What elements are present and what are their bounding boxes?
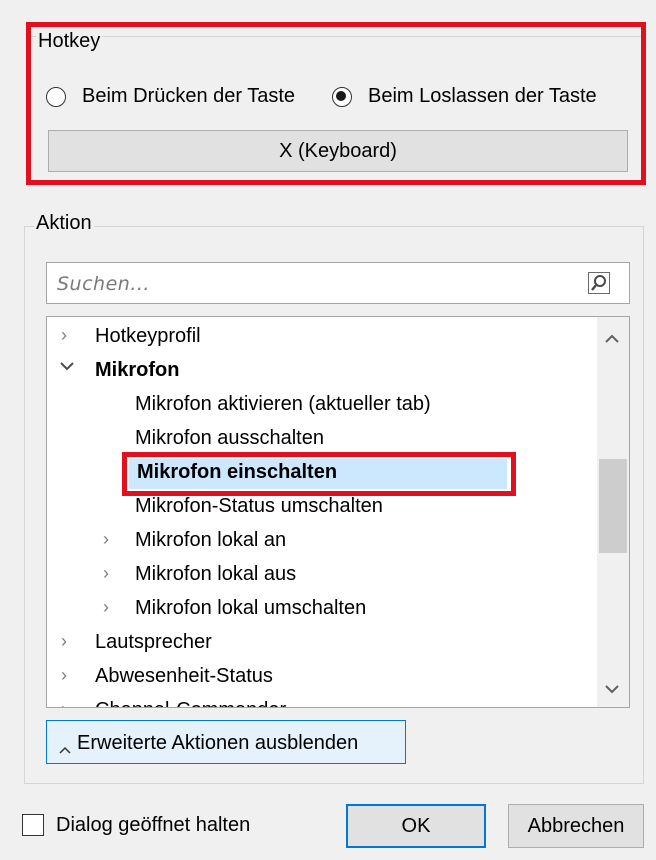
action-group-title: Aktion bbox=[34, 212, 94, 235]
collapse-up-icon bbox=[59, 737, 71, 760]
radio-press-label: Beim Drücken der Taste bbox=[82, 85, 296, 107]
tree-item-hotkeyprofil[interactable]: Hotkeyprofil bbox=[95, 319, 201, 353]
hotkey-group-title: Hotkey bbox=[36, 30, 103, 53]
radio-press[interactable]: Beim Drücken der Taste bbox=[46, 84, 306, 110]
cancel-button[interactable]: Abbrechen bbox=[508, 804, 644, 848]
tree-item-mic-activate[interactable]: Mikrofon aktivieren (aktueller tab) bbox=[135, 387, 431, 421]
tree-item-mic-local-on[interactable]: Mikrofon lokal an bbox=[135, 523, 286, 557]
expand-chevron-icon[interactable]: › bbox=[61, 665, 67, 686]
selected-item-highlight-frame bbox=[122, 452, 516, 496]
radio-release-label: Beim Loslassen der Taste bbox=[368, 85, 597, 107]
tree-item-partial[interactable]: Channel-Commander bbox=[95, 693, 286, 707]
tree-item-away[interactable]: Abwesenheit-Status bbox=[95, 659, 273, 693]
keep-open-label: Dialog geöffnet halten bbox=[56, 814, 251, 836]
tree-scrollbar[interactable] bbox=[597, 317, 629, 707]
hide-advanced-actions-label: Erweiterte Aktionen ausblenden bbox=[77, 732, 359, 754]
radio-release-circle[interactable] bbox=[332, 87, 352, 107]
ok-button[interactable]: OK bbox=[346, 804, 486, 848]
tree-item-mikrofon[interactable]: Mikrofon bbox=[95, 353, 179, 387]
radio-press-circle[interactable] bbox=[46, 87, 66, 107]
collapse-chevron-icon[interactable] bbox=[60, 355, 74, 376]
action-tree[interactable]: › Hotkeyprofil Mikrofon Mikrofon aktivie… bbox=[46, 316, 630, 708]
tree-item-mic-local-off[interactable]: Mikrofon lokal aus bbox=[135, 557, 296, 591]
tree-item-mic-off[interactable]: Mikrofon ausschalten bbox=[135, 421, 324, 455]
expand-chevron-icon[interactable]: › bbox=[103, 529, 109, 550]
scroll-down-icon[interactable] bbox=[605, 681, 619, 699]
search-field[interactable]: Suchen... bbox=[46, 262, 630, 304]
expand-chevron-icon[interactable]: › bbox=[103, 563, 109, 584]
expand-chevron-icon[interactable]: › bbox=[61, 325, 67, 346]
expand-chevron-icon[interactable]: › bbox=[103, 597, 109, 618]
hotkey-key-button[interactable]: X (Keyboard) bbox=[48, 130, 628, 172]
search-input[interactable]: Suchen... bbox=[57, 273, 150, 295]
keep-open-checkbox[interactable] bbox=[22, 814, 44, 836]
expand-chevron-icon[interactable]: › bbox=[61, 699, 67, 707]
radio-selected-dot bbox=[336, 91, 347, 102]
search-icon[interactable] bbox=[587, 271, 611, 295]
radio-release[interactable]: Beim Loslassen der Taste bbox=[332, 84, 622, 110]
scroll-thumb[interactable] bbox=[599, 459, 627, 553]
tree-item-mic-local-toggle[interactable]: Mikrofon lokal umschalten bbox=[135, 591, 366, 625]
expand-chevron-icon[interactable]: › bbox=[61, 631, 67, 652]
scroll-up-icon[interactable] bbox=[605, 331, 619, 349]
tree-item-speaker[interactable]: Lautsprecher bbox=[95, 625, 212, 659]
hide-advanced-actions-button[interactable]: Erweiterte Aktionen ausblenden bbox=[46, 720, 406, 764]
